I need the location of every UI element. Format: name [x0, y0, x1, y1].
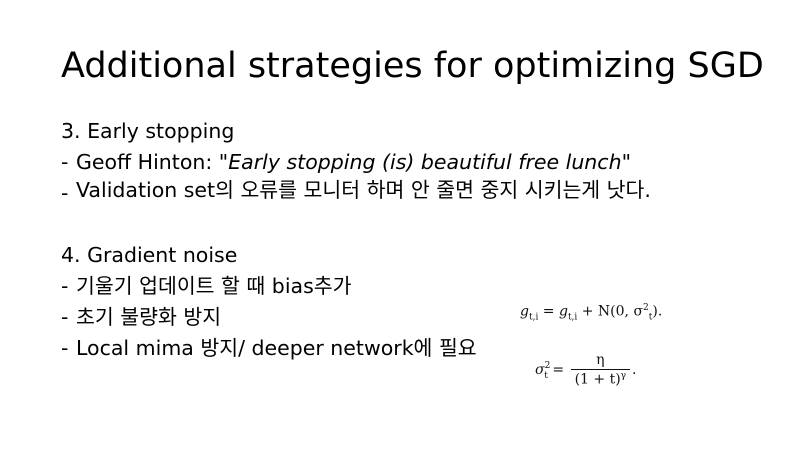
- bullet-dash: -: [61, 336, 69, 360]
- bullet-hinton-quote: - Geoff Hinton: "Early stopping (is) bea…: [61, 147, 741, 178]
- bullet-text: Local mima 방지/ deeper network에 필요: [76, 336, 477, 360]
- formula-equals: =: [538, 303, 559, 320]
- formula-symbol: g: [520, 303, 529, 320]
- bullet-validation: - Validation set의 오류를 모니터 하며 안 줄면 중지 시키는…: [61, 178, 741, 209]
- formula-fraction: η (1 + t)γ: [570, 352, 631, 388]
- denominator-base: (1 + t): [574, 371, 621, 388]
- slide: Additional strategies for optimizing SGD…: [0, 0, 800, 450]
- bullet-local-minima: - Local mima 방지/ deeper network에 필요: [61, 333, 741, 364]
- bullet-dash: -: [61, 305, 69, 329]
- section-4-heading: 4. Gradient noise: [61, 243, 238, 267]
- formula-superscript: γ: [620, 371, 627, 381]
- bullet-text: 기울기 업데이트 할 때 bias추가: [76, 274, 352, 298]
- formula-subscript: t,i: [528, 312, 539, 323]
- formula-equals: =: [547, 361, 569, 378]
- formula-term: ).: [652, 303, 663, 320]
- quote-prefix: Geoff Hinton: ": [76, 150, 229, 174]
- slide-title: Additional strategies for optimizing SGD: [61, 46, 764, 86]
- bullet-dash: -: [61, 150, 69, 174]
- variance-decay-formula: σ2t = η (1 + t)γ.: [535, 352, 637, 388]
- slide-body: 3. Early stopping - Geoff Hinton: "Early…: [61, 116, 741, 364]
- bullet-add-bias: - 기울기 업데이트 할 때 bias추가: [61, 271, 741, 302]
- gradient-noise-formula: gt,i = gt,i + N(0, σ2t).: [520, 303, 662, 322]
- bullet-dash: -: [61, 274, 69, 298]
- bullet-dash: -: [61, 181, 69, 205]
- fraction-denominator: (1 + t)γ: [570, 369, 631, 388]
- formula-term: .: [632, 361, 637, 378]
- bullet-text: 초기 불량화 방지: [76, 305, 222, 329]
- quote-text: Early stopping (is) beautiful free lunch: [228, 150, 622, 174]
- fraction-numerator: η: [596, 352, 605, 368]
- bullet-text: Validation set의 오류를 모니터 하며 안 줄면 중지 시키는게 …: [76, 178, 651, 202]
- formula-subscript: t,i: [567, 312, 578, 323]
- formula-term: + N(0, σ: [577, 303, 644, 320]
- section-3-heading: 3. Early stopping: [61, 119, 235, 143]
- quote-suffix: ": [621, 150, 631, 174]
- bullet-text: Geoff Hinton: "Early stopping (is) beaut…: [76, 147, 631, 178]
- formula-symbol: g: [558, 303, 568, 320]
